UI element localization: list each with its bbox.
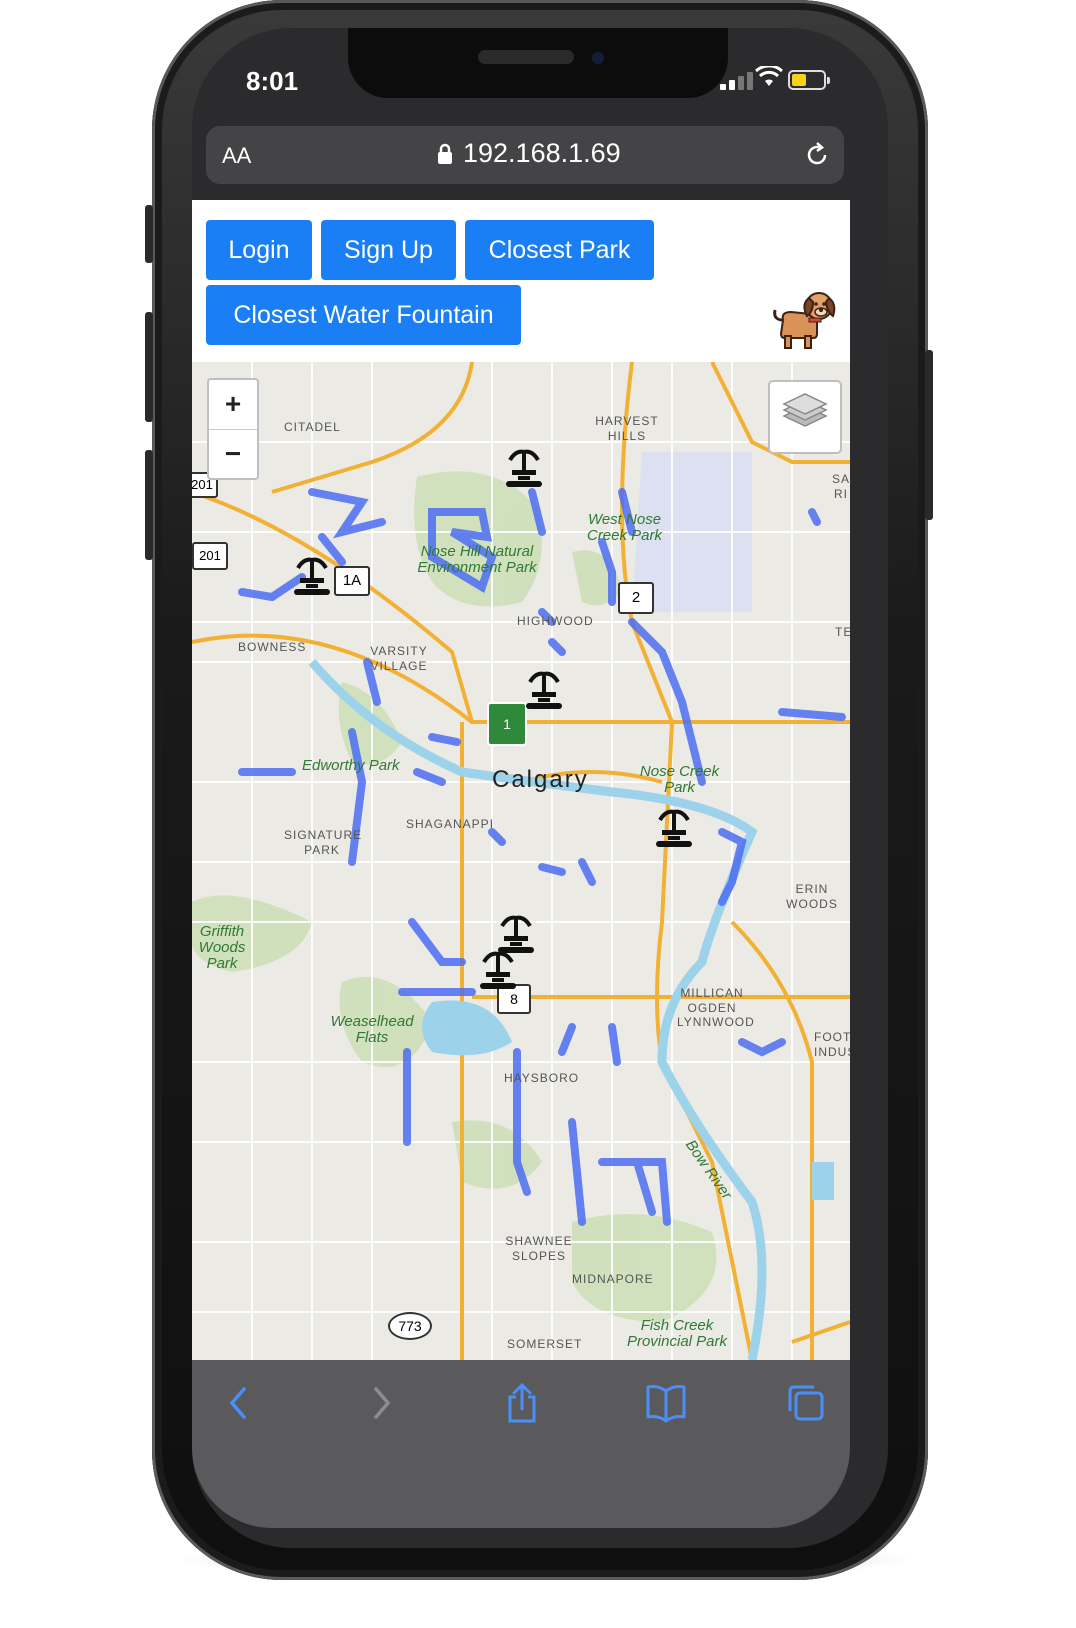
neighbourhood-label: HARVEST HILLS — [595, 414, 659, 443]
road-shield: 1 — [487, 702, 527, 746]
neighbourhood-label: HIGHWOOD — [517, 614, 594, 628]
power-button — [925, 350, 933, 520]
reload-icon[interactable] — [802, 140, 832, 170]
water-fountain-icon[interactable] — [502, 446, 546, 490]
zoom-control: + − — [207, 378, 259, 480]
lock-icon — [438, 143, 452, 164]
battery-icon — [788, 70, 830, 90]
neighbourhood-label: ERIN WOODS — [786, 882, 838, 911]
park-label: Weaselhead Flats — [330, 1013, 414, 1046]
water-fountain-icon[interactable] — [290, 554, 334, 598]
zoom-in-button[interactable]: + — [209, 380, 257, 430]
dog-icon — [773, 292, 836, 349]
closest-water-fountain-button[interactable]: Closest Water Fountain — [206, 285, 521, 345]
share-icon[interactable] — [504, 1383, 540, 1423]
front-camera — [588, 48, 608, 68]
text-size-button[interactable]: AA — [222, 143, 251, 169]
volume-down-button — [145, 450, 153, 560]
pond — [812, 1162, 834, 1200]
mute-switch — [145, 205, 153, 263]
back-icon[interactable] — [224, 1383, 252, 1423]
edge-label: FOOT INDUS — [814, 1030, 850, 1059]
water-fountain-icon[interactable] — [522, 668, 566, 712]
park-label: Griffith Woods Park — [198, 923, 246, 972]
login-button[interactable]: Login — [206, 220, 312, 280]
forward-icon[interactable] — [368, 1383, 396, 1423]
road-shield: 2 — [618, 582, 654, 614]
home-indicator-area — [192, 1448, 850, 1528]
neighbourhood-label: SOMERSET — [507, 1337, 583, 1351]
road-shield: 1A — [334, 566, 370, 596]
city-label: Calgary — [492, 766, 589, 793]
volume-up-button — [145, 312, 153, 422]
park-label: Nose Hill Natural Environment Park — [417, 543, 537, 576]
edge-label: SA RI — [832, 472, 850, 501]
signal-icon — [720, 72, 756, 90]
layers-button[interactable] — [768, 380, 842, 454]
neighbourhood-label: SIGNATURE PARK — [284, 828, 363, 857]
neighbourhood-label: MILLICAN OGDEN — [680, 986, 744, 1015]
wifi-icon — [755, 66, 783, 86]
sign-up-button[interactable]: Sign Up — [321, 220, 456, 280]
closest-park-button[interactable]: Closest Park — [465, 220, 654, 280]
park-label: Edworthy Park — [302, 757, 400, 774]
park-label: Nose Creek Park — [639, 763, 720, 796]
neighbourhood-label: SHAWNEE SLOPES — [505, 1234, 573, 1263]
neighbourhood-label: VARSITY VILLAGE — [370, 644, 428, 673]
zoom-out-button[interactable]: − — [209, 430, 257, 479]
neighbourhood-label: CITADEL — [284, 420, 341, 434]
water-fountain-icon[interactable] — [652, 806, 696, 850]
neighbourhood-label: BOWNESS — [238, 640, 307, 654]
water-fountain-icon[interactable] — [476, 948, 520, 992]
map-canvas[interactable] — [192, 362, 850, 1360]
status-time: 8:01 — [246, 66, 299, 96]
road-shield: 201 — [192, 542, 228, 570]
neighbourhood-label: LYNNWOOD — [677, 1015, 755, 1029]
tabs-icon[interactable] — [786, 1383, 830, 1423]
map-view[interactable]: CITADEL HARVEST HILLS HIGHWOOD BOWNESS V… — [192, 362, 850, 1360]
speaker-grille — [478, 50, 574, 64]
park-label: West Nose Creek Park — [586, 511, 663, 544]
road-shield: 773 — [388, 1312, 432, 1340]
neighbourhood-label: SHAGANAPPI — [406, 817, 495, 831]
edge-label: TE — [835, 625, 850, 639]
park-label: Fish Creek Provincial Park — [626, 1317, 728, 1350]
neighbourhood-label: HAYSBORO — [504, 1071, 580, 1085]
layers-icon — [782, 393, 828, 427]
bookmarks-icon[interactable] — [644, 1383, 688, 1423]
url-text[interactable]: 192.168.1.69 — [463, 138, 621, 169]
neighbourhood-label: MIDNAPORE — [572, 1272, 654, 1286]
